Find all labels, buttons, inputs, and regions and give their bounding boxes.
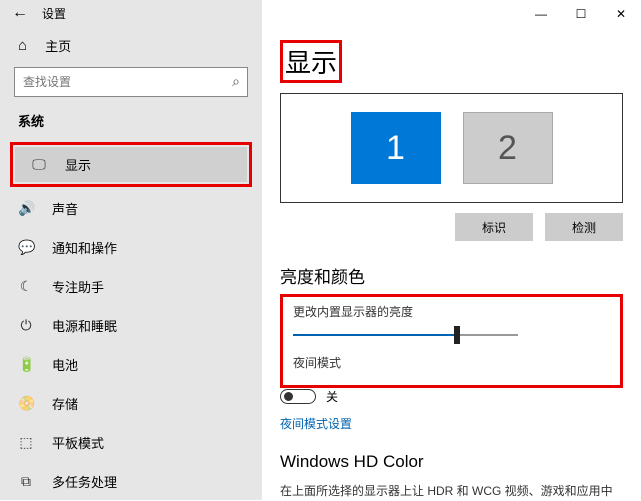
nav-label: 专注助手 [52,277,104,296]
sidebar-item-2[interactable]: 💬 通知和操作 [0,228,262,267]
nav-icon: 🔊 [18,200,34,217]
hd-color-description: 在上面所选择的显示器上让 HDR 和 WCG 视频、游戏和应用中的画面更明亮、更… [280,482,623,500]
home-button[interactable]: ⌂ 主页 [0,26,262,67]
sidebar-item-5[interactable]: 🔋 电池 [0,345,262,384]
brightness-highlight: 更改内置显示器的亮度 夜间模式 [280,294,623,388]
nav-label: 声音 [52,199,78,218]
sidebar-item-8[interactable]: ⧉ 多任务处理 [0,462,262,501]
nav-label: 多任务处理 [52,472,117,491]
night-mode-label: 夜间模式 [293,354,610,371]
monitor-2[interactable]: 2 [463,112,553,184]
nav-label: 平板模式 [52,433,104,452]
display-arrangement[interactable]: 1 2 [280,93,623,203]
nav-icon: 💬 [18,239,34,256]
nav-icon: ⏻ [18,317,34,334]
maximize-button[interactable]: ☐ [561,0,601,28]
minimize-button[interactable]: — [521,0,561,28]
sidebar-item-7[interactable]: ⬚ 平板模式 [0,423,262,462]
nav-icon: 🖵 [31,156,47,173]
home-label: 主页 [45,36,71,55]
brightness-label: 更改内置显示器的亮度 [293,303,610,320]
night-mode-settings-link[interactable]: 夜间模式设置 [280,415,352,432]
sidebar-item-0[interactable]: 🖵 显示 [15,147,247,182]
brightness-slider[interactable] [293,334,518,336]
identify-button[interactable]: 标识 [455,213,533,241]
nav-icon: ⬚ [18,434,34,451]
sidebar-item-3[interactable]: ☾ 专注助手 [0,267,262,306]
nav-highlight: 🖵 显示 [10,142,252,187]
sidebar-item-6[interactable]: 📀 存储 [0,384,262,423]
nav-label: 显示 [65,155,91,174]
nav-label: 电源和睡眠 [52,316,117,335]
night-mode-toggle[interactable] [280,389,316,404]
brightness-heading: 亮度和颜色 [280,263,623,288]
monitor-1[interactable]: 1 [351,112,441,184]
page-title: 显示 [280,40,342,83]
sidebar-item-4[interactable]: ⏻ 电源和睡眠 [0,306,262,345]
nav-icon: ☾ [18,278,34,295]
nav-label: 通知和操作 [52,238,117,257]
back-icon[interactable]: ← [12,4,28,22]
toggle-state: 关 [326,388,338,405]
category-heading: 系统 [0,111,262,140]
nav-icon: 📀 [18,395,34,412]
sidebar-item-1[interactable]: 🔊 声音 [0,189,262,228]
nav-label: 存储 [52,394,78,413]
nav-icon: ⧉ [18,473,34,490]
slider-thumb[interactable] [454,326,460,344]
nav-label: 电池 [52,355,78,374]
search-icon[interactable]: ⌕ [232,73,240,90]
nav-icon: 🔋 [18,356,34,373]
hd-color-heading: Windows HD Color [280,452,623,472]
home-icon: ⌂ [18,37,27,54]
window-title: 设置 [42,5,66,22]
close-button[interactable]: ✕ [601,0,641,28]
search-input[interactable] [14,67,248,97]
detect-button[interactable]: 检测 [545,213,623,241]
